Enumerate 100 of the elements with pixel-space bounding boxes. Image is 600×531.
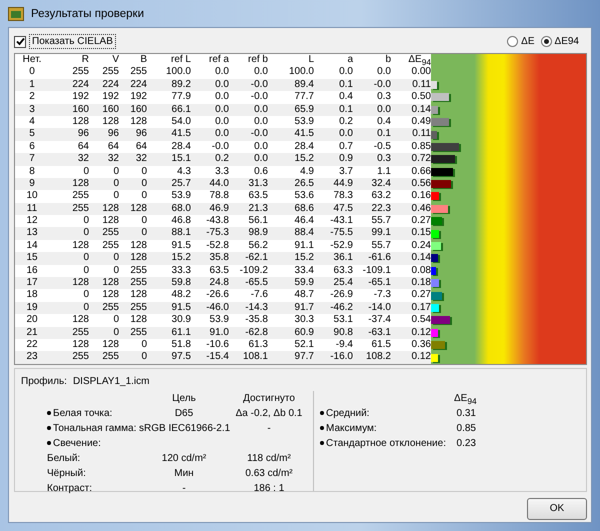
table-cell-text: 59.8	[170, 277, 191, 290]
table-cell-text: 0	[112, 252, 119, 265]
table-cell-text: -26.6	[205, 289, 229, 302]
table-cell-text: -109.2	[238, 264, 268, 278]
table-cell-text: 15.2	[294, 252, 314, 265]
table-cell-text: 9	[28, 178, 36, 190]
table-cell-text: 98.9	[248, 227, 268, 240]
table-cell-text: 6	[28, 140, 36, 154]
table-cell-text: 100.0	[288, 66, 314, 79]
table-cell-text: 108.2	[364, 351, 391, 364]
table-cell-text: 128	[129, 314, 147, 327]
table-cell-text: 91.5	[170, 302, 191, 314]
table-cell-text: -0.0	[210, 140, 229, 154]
table-cell-text: 0.08	[410, 264, 431, 278]
table-cell-text: 65.9	[294, 104, 314, 116]
table-cell-text: 77.7	[294, 91, 314, 104]
table-cell-text: 0.2	[214, 153, 229, 166]
table-cell-text: -75.3	[205, 227, 229, 240]
table-cell-text: -14.3	[244, 302, 268, 314]
checkbox[interactable]	[14, 36, 26, 48]
table-cell-text: 0.3	[376, 153, 391, 166]
table-cell-text: -62.1	[244, 252, 268, 265]
table-cell-text: 60.9	[294, 326, 314, 339]
table-cell-text: 0.00	[410, 66, 431, 79]
table-cell-text: 0.85	[410, 140, 431, 154]
table-cell-text: 108.1	[242, 351, 268, 364]
table-cell-text: -0.0	[250, 78, 268, 92]
table-cell-text: 5	[28, 128, 36, 141]
table-cell-text: 53.6	[294, 190, 314, 203]
table-cell-text: 66.1	[170, 104, 191, 116]
table-cell-text: 17	[25, 277, 39, 290]
table-cell-text: 88.1	[170, 227, 191, 240]
measure-label: Белая точка:	[53, 406, 112, 421]
table-cell-text: -37.4	[367, 314, 391, 327]
table-cell-text: 0.0	[338, 128, 353, 141]
table-cell-text: 3.3	[214, 166, 229, 178]
table-cell-text: 63.5	[208, 264, 229, 278]
table-cell-text: 48.7	[294, 289, 314, 302]
table-cell-text: 89.4	[294, 78, 314, 92]
table-cell-text: 11	[26, 202, 38, 216]
target-value: D65	[174, 408, 194, 419]
table-cell-text: 1	[28, 78, 36, 92]
table-cell-text: 61.5	[370, 338, 391, 352]
table-cell-text: 96	[76, 128, 89, 141]
table-cell-text: -9.4	[334, 338, 353, 352]
table-cell-text: 55.7	[370, 240, 391, 252]
table-cell-text: 0.0	[253, 140, 268, 154]
table-cell-text: 97.7	[294, 351, 314, 364]
table-cell-text: 0	[140, 215, 147, 228]
table-cell-text: 47.5	[332, 202, 353, 216]
table-cell-text: 53.9	[294, 116, 314, 128]
mode-radio[interactable]: ΔE	[507, 36, 535, 47]
achieved-value: Δa -0.2, Δb 0.1	[236, 408, 302, 419]
table-cell-text: 59.9	[294, 277, 314, 290]
table-cell-text: 63.2	[370, 190, 391, 203]
ok-button[interactable]: OK	[527, 498, 587, 520]
table-cell-text: 0.11	[411, 128, 431, 141]
table-cell-text: 255	[129, 302, 147, 314]
table-cell-text: 14	[25, 240, 39, 252]
table-cell-text: 128	[101, 116, 119, 128]
table-cell-text: 96	[106, 128, 119, 141]
table-cell-text: 0	[28, 66, 36, 79]
table-cell-text: 8	[28, 166, 36, 178]
table-cell-text: 0.4	[376, 116, 391, 128]
measure-label: Свечение:	[53, 436, 101, 451]
table-cell-text: 128	[101, 215, 119, 228]
column-header: ΔE$_{94}$	[407, 54, 431, 67]
table-cell-text: 128	[129, 202, 147, 216]
table-cell-text: 0	[82, 166, 89, 178]
table-cell-text: 1.1	[376, 166, 391, 178]
table-cell-text: 0.3	[376, 91, 391, 104]
table-cell-text: -46.2	[329, 302, 353, 314]
table-cell-text: 0	[82, 302, 89, 314]
measure-label: Белый:	[47, 452, 80, 466]
table-cell-text: 32	[76, 153, 89, 166]
table-cell-text: 18	[25, 289, 39, 302]
table-cell-text: 51.8	[170, 338, 191, 352]
table-cell-text: 15.1	[170, 153, 191, 166]
column-header: Достигнуто	[242, 392, 296, 406]
table-cell-text: 0	[140, 166, 147, 178]
table-cell-text: 64	[76, 140, 89, 154]
table-cell-text: 33.4	[294, 264, 314, 278]
table-cell-text: 22.3	[370, 202, 391, 216]
table-cell-text: 0.11	[411, 78, 431, 92]
table-cell-text: 64	[134, 140, 147, 154]
table-cell-text: -65.5	[244, 277, 268, 290]
table-cell-text: 91.5	[170, 240, 191, 252]
table-cell-text: 128	[71, 178, 89, 190]
table-cell-text: 36.1	[332, 252, 353, 265]
mode-radio[interactable]: ΔE94	[540, 36, 579, 47]
table-cell-text: 25.7	[170, 178, 191, 190]
table-cell-text: 0.18	[410, 277, 431, 290]
table-cell-text: 255	[71, 326, 89, 339]
table-cell-text: 0.12	[410, 351, 431, 364]
table-cell-text: 255	[71, 66, 89, 79]
table-cell-text: 224	[101, 78, 119, 92]
table-cell-text: 160	[71, 104, 89, 116]
table-cell-text: 0	[82, 264, 89, 278]
column-header: V	[111, 54, 119, 67]
achieved-value: 0.63 cd/m²	[245, 468, 293, 479]
